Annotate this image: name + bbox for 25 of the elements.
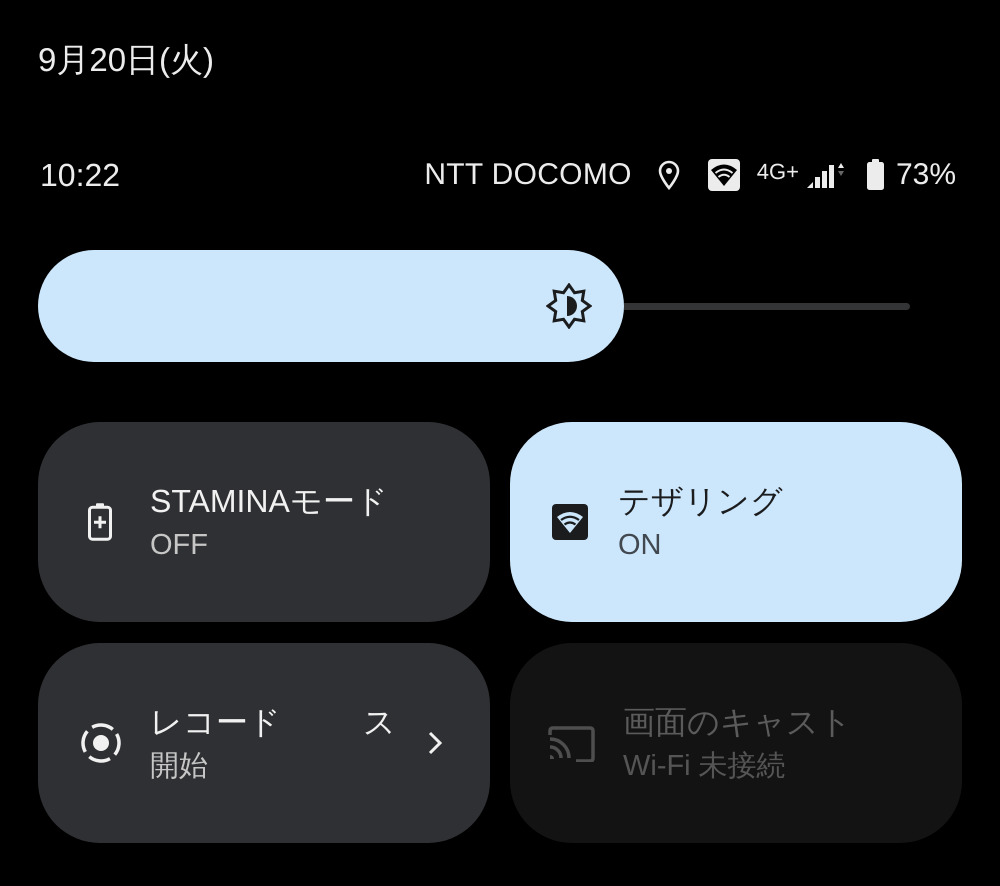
location-pin-icon xyxy=(658,160,680,190)
carrier-name: NTT DOCOMO xyxy=(424,157,632,193)
tile-title: レコード ス xyxy=(150,703,396,742)
battery-plus-icon xyxy=(88,503,112,541)
cast-icon xyxy=(548,724,595,762)
network-type: 4G+ xyxy=(756,158,799,186)
clock-time: 10:22 xyxy=(40,156,120,195)
tethering-tile[interactable]: テザリング ON xyxy=(510,422,962,622)
screen-record-tile[interactable]: レコード ス 開始 xyxy=(38,643,490,843)
wifi-icon xyxy=(552,504,588,540)
tile-status: 開始 xyxy=(150,749,208,784)
record-icon xyxy=(80,722,122,764)
tile-status: Wi-Fi 未接続 xyxy=(623,749,786,784)
date-text: 9月20日(火) xyxy=(38,40,214,80)
tile-title: テザリング xyxy=(618,482,783,521)
tile-status: OFF xyxy=(150,528,208,563)
tile-title: 画面のキャスト xyxy=(623,703,852,742)
battery-percent: 73% xyxy=(896,157,956,193)
brightness-icon xyxy=(546,283,592,329)
brightness-slider[interactable] xyxy=(38,250,912,362)
stamina-mode-tile[interactable]: STAMINAモード OFF xyxy=(38,422,490,622)
battery-icon xyxy=(866,159,885,191)
tile-title: STAMINAモード xyxy=(150,482,388,521)
wifi-icon xyxy=(708,159,740,191)
tile-status: ON xyxy=(618,528,662,563)
